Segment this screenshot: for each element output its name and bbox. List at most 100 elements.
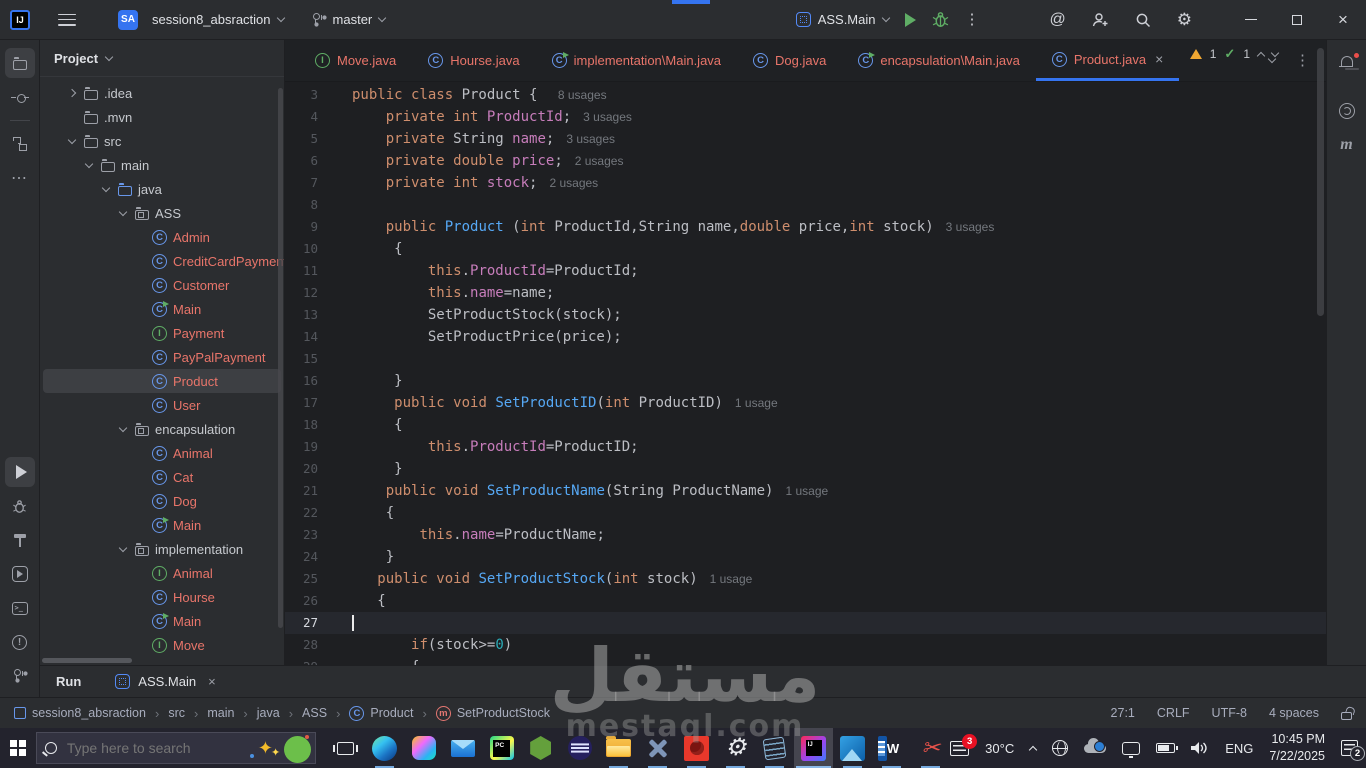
code-line[interactable]: 20 } — [285, 458, 1326, 480]
taskbar-search[interactable]: ✦✦ — [35, 732, 317, 764]
vcs-branch-selector[interactable]: master — [312, 12, 387, 28]
tree-item[interactable]: java — [43, 177, 281, 201]
line-number[interactable]: 9 — [285, 216, 352, 238]
line-number[interactable]: 12 — [285, 282, 352, 304]
clock[interactable]: 10:45 PM 7/22/2025 — [1269, 731, 1325, 765]
usages-hint[interactable]: 8 usages — [558, 88, 607, 102]
window-restore-button[interactable] — [1274, 0, 1320, 40]
line-number[interactable]: 7 — [285, 172, 352, 194]
build-tool-button[interactable] — [5, 525, 35, 555]
taskbar-app-notepad[interactable] — [755, 728, 794, 768]
tree-item[interactable]: C User — [43, 393, 281, 417]
line-number[interactable]: 16 — [285, 370, 352, 392]
run-configuration-selector[interactable]: ASS.Main — [795, 12, 890, 27]
caret-position[interactable]: 27:1 — [1111, 706, 1135, 720]
taskbar-app-pycharm[interactable]: PC — [482, 728, 521, 768]
code-editor[interactable]: 3 public class Product { 8 usages 4 privat… — [285, 82, 1326, 665]
breadcrumb-item[interactable]: session8_absraction — [14, 706, 146, 720]
breadcrumb-item[interactable]: src — [168, 706, 185, 720]
battery-icon[interactable] — [1156, 743, 1179, 753]
tree-item[interactable]: I Animal — [43, 561, 281, 585]
code-line[interactable]: 16 } — [285, 370, 1326, 392]
code-line[interactable]: 4 private int ProductId; 3 usages — [285, 106, 1326, 128]
ai-assistant-tool-button[interactable] — [1332, 96, 1362, 126]
breadcrumb-item[interactable]: ASS — [302, 706, 327, 720]
code-line[interactable]: 14 SetProductPrice(price); — [285, 326, 1326, 348]
tree-chevron[interactable] — [66, 135, 78, 144]
line-number[interactable]: 4 — [285, 106, 352, 128]
run-tab[interactable]: ASS.Main × — [115, 674, 216, 689]
taskbar-app-ladybug[interactable] — [677, 728, 716, 768]
line-number[interactable]: 10 — [285, 238, 352, 260]
code-line[interactable]: 15 — [285, 348, 1326, 370]
code-line[interactable]: 13 SetProductStock(stock); — [285, 304, 1326, 326]
usages-hint[interactable]: 3 usages — [583, 110, 632, 124]
usages-hint[interactable]: 1 usage — [710, 572, 753, 586]
usages-hint[interactable]: 2 usages — [549, 176, 598, 190]
code-line[interactable]: 28 if(stock>=0) — [285, 634, 1326, 656]
tree-item[interactable]: .idea — [43, 81, 281, 105]
tree-item[interactable]: C Dog — [43, 489, 281, 513]
project-selector[interactable]: session8_absraction — [152, 12, 285, 27]
editor-tab[interactable]: Cimplementation\Main.java — [536, 40, 737, 81]
tree-vertical-scrollbar[interactable] — [278, 88, 283, 628]
line-ending[interactable]: CRLF — [1157, 706, 1190, 720]
tree-chevron[interactable] — [83, 159, 95, 168]
notifications-button[interactable] — [1332, 48, 1362, 78]
network-globe-icon[interactable] — [1052, 740, 1069, 756]
start-button[interactable] — [0, 728, 36, 768]
tree-item[interactable]: C Main — [43, 609, 281, 633]
usages-hint[interactable]: 3 usages — [946, 220, 995, 234]
tree-chevron[interactable] — [66, 88, 78, 98]
unlock-icon[interactable] — [1341, 711, 1352, 720]
version-control-tool-button[interactable] — [5, 661, 35, 691]
line-number[interactable]: 20 — [285, 458, 352, 480]
usages-hint[interactable]: 2 usages — [575, 154, 624, 168]
structure-tool-button[interactable] — [5, 129, 35, 159]
tree-item[interactable]: C Product — [43, 369, 281, 393]
next-problem-icon[interactable] — [1270, 48, 1280, 57]
line-number[interactable]: 25 — [285, 568, 352, 590]
volume-icon[interactable] — [1191, 741, 1209, 755]
code-line[interactable]: 5 private String name; 3 usages — [285, 128, 1326, 150]
line-number[interactable]: 5 — [285, 128, 352, 150]
usages-hint[interactable]: 1 usage — [735, 396, 778, 410]
breadcrumb-item[interactable]: java — [257, 706, 280, 720]
window-close-button[interactable]: × — [1320, 0, 1366, 40]
line-number[interactable]: 14 — [285, 326, 352, 348]
code-line[interactable]: 9 public Product (int ProductId,String n… — [285, 216, 1326, 238]
code-line[interactable]: 27 — [285, 612, 1326, 634]
settings-gear-icon[interactable]: ⚙ — [1177, 10, 1192, 30]
breadcrumb-item[interactable]: m SetProductStock — [435, 705, 550, 721]
line-number[interactable]: 3 — [285, 84, 352, 106]
search-everywhere-icon[interactable] — [1135, 12, 1151, 28]
ai-assistant-icon[interactable]: @ — [1050, 11, 1066, 29]
code-line[interactable]: 3 public class Product { 8 usages — [285, 84, 1326, 106]
widgets-news-icon[interactable]: 3 — [950, 733, 978, 756]
debug-button[interactable] — [932, 11, 949, 28]
inspections-widget[interactable]: 1 ✓ 1 — [1189, 46, 1280, 62]
tree-item[interactable]: C Hourse — [43, 585, 281, 609]
code-line[interactable]: 17 public void SetProductID(int ProductI… — [285, 392, 1326, 414]
onedrive-icon[interactable] — [1084, 737, 1107, 753]
tree-chevron[interactable] — [117, 543, 129, 552]
editor-tab[interactable]: C Product.java × — [1035, 40, 1180, 81]
maven-tool-button[interactable]: m — [1332, 130, 1362, 160]
project-tool-button[interactable] — [4, 48, 35, 78]
code-line[interactable]: 22 { — [285, 502, 1326, 524]
line-number[interactable]: 24 — [285, 546, 352, 568]
taskbar-app-edge[interactable] — [365, 728, 404, 768]
tree-item[interactable]: C Main — [43, 297, 281, 321]
problems-tool-button[interactable]: ! — [5, 627, 35, 657]
breadcrumb-item[interactable]: main — [207, 706, 234, 720]
code-line[interactable]: 8 — [285, 194, 1326, 216]
code-line[interactable]: 23 this.name=ProductName; — [285, 524, 1326, 546]
line-number[interactable]: 22 — [285, 502, 352, 524]
taskbar-app-spyder[interactable] — [521, 728, 560, 768]
taskbar-app-copilot[interactable] — [404, 728, 443, 768]
editor-tab[interactable]: C Dog.java — [737, 40, 842, 81]
previous-problem-icon[interactable] — [1256, 51, 1266, 60]
run-tool-button[interactable] — [4, 457, 35, 487]
window-minimize-button[interactable] — [1228, 0, 1274, 40]
code-line[interactable]: 12 this.name=name; — [285, 282, 1326, 304]
